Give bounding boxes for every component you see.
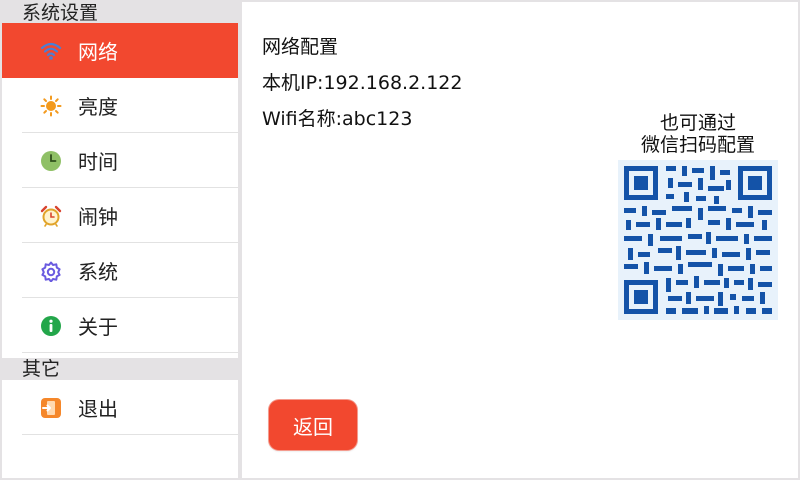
other-menu: 退出 bbox=[2, 380, 238, 478]
sidebar-item-system[interactable]: 系统 bbox=[2, 243, 238, 298]
sidebar-item-brightness[interactable]: 亮度 bbox=[2, 78, 238, 133]
device-ip: 本机IP:192.168.2.122 bbox=[262, 72, 463, 94]
alarm-clock-icon bbox=[40, 205, 62, 227]
sidebar-item-label: 系统 bbox=[78, 260, 118, 284]
sidebar-item-network[interactable]: 网络 bbox=[2, 23, 238, 78]
section-title-other: 其它 bbox=[22, 358, 61, 380]
qr-caption-line1: 也可通过 bbox=[659, 112, 736, 134]
system-settings-menu: 网络 亮度 时间 闹钟 系统 关于 bbox=[2, 23, 238, 358]
sidebar-item-label: 亮度 bbox=[78, 95, 118, 119]
qr-caption-line2: 微信扫码配置 bbox=[640, 134, 755, 156]
sidebar-item-exit[interactable]: 退出 bbox=[2, 380, 238, 435]
network-config-panel: 网络配置 本机IP:192.168.2.122 Wifi名称:abc123 也可… bbox=[242, 2, 798, 478]
sidebar-item-alarm[interactable]: 闹钟 bbox=[2, 188, 238, 243]
sidebar-item-time[interactable]: 时间 bbox=[2, 133, 238, 188]
page-title: 网络配置 bbox=[262, 36, 339, 58]
sidebar-item-label: 退出 bbox=[78, 397, 118, 421]
back-button[interactable]: 返回 bbox=[269, 400, 357, 450]
section-title-system: 系统设置 bbox=[22, 2, 99, 24]
sidebar-item-label: 时间 bbox=[78, 150, 118, 174]
wechat-qr-code bbox=[618, 160, 778, 320]
wifi-icon bbox=[40, 40, 62, 62]
clock-icon bbox=[40, 150, 62, 172]
exit-icon bbox=[40, 397, 62, 419]
gear-icon bbox=[40, 260, 62, 282]
sidebar-item-label: 网络 bbox=[78, 40, 118, 64]
sidebar-item-label: 关于 bbox=[78, 315, 118, 339]
info-icon bbox=[40, 315, 62, 337]
sidebar-item-label: 闹钟 bbox=[78, 205, 118, 229]
sun-icon bbox=[40, 95, 62, 117]
wifi-name: Wifi名称:abc123 bbox=[262, 108, 413, 130]
sidebar-item-about[interactable]: 关于 bbox=[2, 298, 238, 353]
